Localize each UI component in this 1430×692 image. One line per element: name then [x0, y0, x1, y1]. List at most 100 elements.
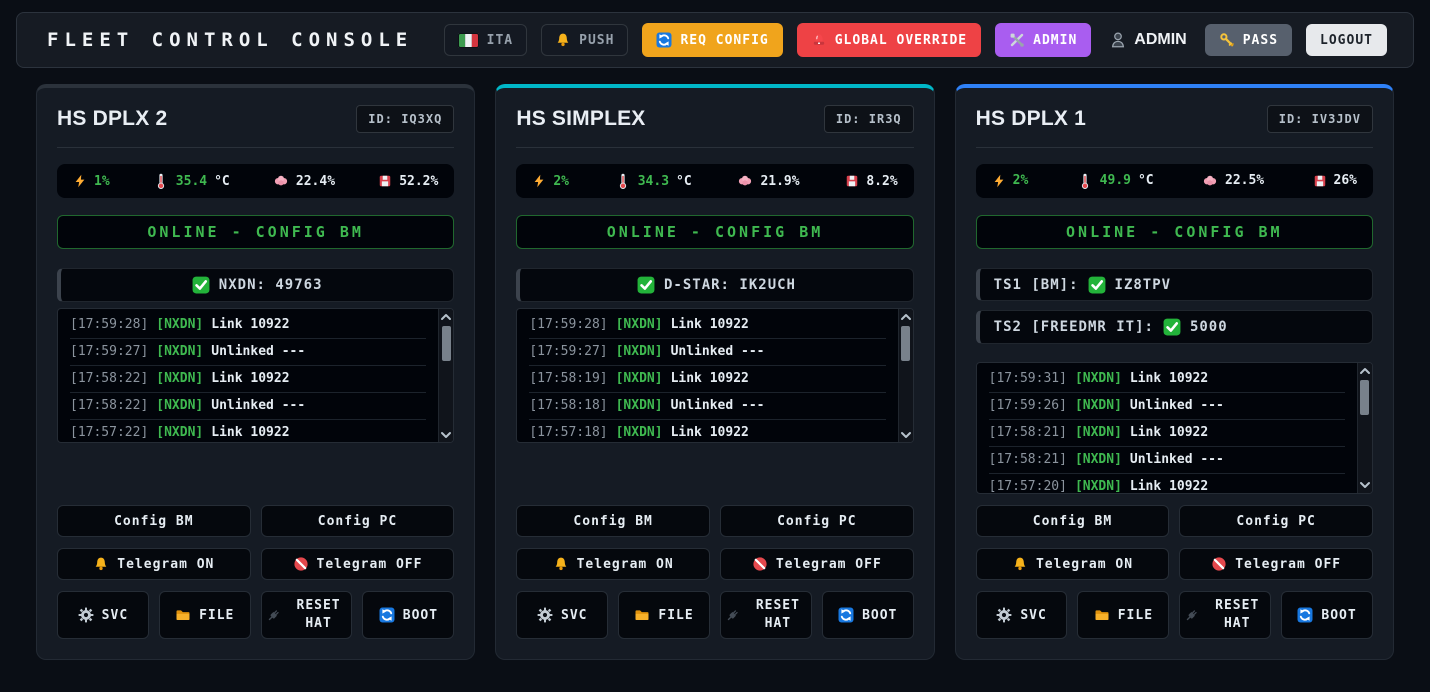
brain-icon: [737, 173, 753, 189]
log-rows: [17:59:31][NXDN]Link 10922 [17:59:26][NX…: [977, 363, 1357, 493]
file-button[interactable]: FILE: [618, 591, 710, 639]
mode-label: TS2 [FREEDMR IT]:: [994, 319, 1154, 335]
card-title: HS DPLX 2: [57, 107, 167, 131]
config-pc-button[interactable]: Config PC: [720, 505, 914, 537]
req-config-button-label: REQ CONFIG: [680, 33, 768, 48]
log-entry: [17:59:28][NXDN]Link 10922: [70, 312, 426, 339]
scrollbar-thumb[interactable]: [442, 326, 451, 361]
disk-value: 52.2%: [399, 174, 438, 189]
disk-icon: [378, 174, 392, 188]
log-message: Unlinked ---: [1130, 452, 1224, 467]
config-bm-button[interactable]: Config BM: [516, 505, 710, 537]
scrollbar[interactable]: [898, 309, 913, 442]
language-button[interactable]: ITA: [444, 24, 527, 56]
config-pc-button[interactable]: Config PC: [1179, 505, 1373, 537]
mode-value: IZ8TPV: [1115, 277, 1172, 293]
boot-button[interactable]: BOOT: [362, 591, 454, 639]
log-time: [17:57:18]: [529, 425, 607, 440]
log-entry: [17:58:21][NXDN]Link 10922: [989, 420, 1345, 447]
svc-button[interactable]: SVC: [57, 591, 149, 639]
log-entry: [17:58:22][NXDN]Link 10922: [70, 366, 426, 393]
scrollbar[interactable]: [438, 309, 453, 442]
scroll-up-button[interactable]: [1358, 363, 1372, 378]
scrollbar-thumb[interactable]: [901, 326, 910, 361]
reset-hat-button[interactable]: RESET HAT: [1179, 591, 1271, 639]
cpu-value: 22.5%: [1225, 173, 1264, 188]
scroll-up-button[interactable]: [439, 309, 453, 324]
admin-button[interactable]: ADMIN: [995, 23, 1091, 57]
log-rows: [17:59:28][NXDN]Link 10922 [17:59:27] [NX…: [58, 309, 438, 442]
mode-value: D-STAR: IK2UCH: [664, 277, 796, 293]
logout-button[interactable]: LOGOUT: [1306, 24, 1387, 56]
mode-row-ts1: TS1 [BM]: IZ8TPV: [976, 268, 1373, 302]
mode-row-dstar: D-STAR: IK2UCH: [516, 268, 913, 302]
log-panel: [17:59:31][NXDN]Link 10922 [17:59:26][NX…: [976, 362, 1373, 494]
log-panel: [17:59:28][NXDN]Link 10922 [17:59:27] [NX…: [57, 308, 454, 443]
telegram-off-button[interactable]: Telegram OFF: [261, 548, 455, 580]
scroll-down-button[interactable]: [899, 427, 913, 442]
folder-icon: [634, 607, 650, 623]
file-button[interactable]: FILE: [159, 591, 251, 639]
logout-button-label: LOGOUT: [1320, 33, 1373, 48]
svc-button[interactable]: SVC: [976, 591, 1068, 639]
file-button[interactable]: FILE: [1077, 591, 1169, 639]
log-entry: [17:57:22][NXDN]Link 10922: [70, 420, 426, 442]
telegram-off-button[interactable]: Telegram OFF: [1179, 548, 1373, 580]
logged-in-user: ADMIN: [1109, 31, 1186, 49]
log-tag: [NXDN]: [616, 317, 663, 332]
scroll-down-button[interactable]: [1358, 478, 1372, 493]
pass-button[interactable]: PASS: [1205, 24, 1292, 56]
card-actions: Config BM Config PC Telegram ON Telegram…: [516, 494, 913, 639]
bell-icon: [1012, 556, 1028, 572]
scrollbar-track[interactable]: [1358, 378, 1372, 478]
telegram-on-button[interactable]: Telegram ON: [516, 548, 710, 580]
log-message: Link 10922: [1130, 425, 1208, 440]
log-time: [17:59:28]: [529, 317, 607, 332]
log-tag: [NXDN]: [1075, 479, 1122, 493]
block-icon: [752, 556, 768, 572]
scrollbar[interactable]: [1357, 363, 1372, 493]
mode-label: TS1 [BM]:: [994, 277, 1079, 293]
req-config-button[interactable]: REQ CONFIG: [642, 23, 782, 57]
log-time: [17:57:22]: [70, 425, 148, 440]
svc-button[interactable]: SVC: [516, 591, 608, 639]
log-entry: [17:59:27][NXDN]Unlinked ---: [70, 339, 426, 366]
config-bm-button[interactable]: Config BM: [57, 505, 251, 537]
push-button[interactable]: PUSH: [541, 24, 628, 56]
log-time: [17:59:27]: [70, 344, 148, 359]
mode-row-nxdn: NXDN: 49763: [57, 268, 454, 302]
boot-button[interactable]: BOOT: [822, 591, 914, 639]
log-entry: [17:57:18][NXDN]Link 10922: [529, 420, 885, 442]
scroll-down-button[interactable]: [439, 427, 453, 442]
block-icon: [1211, 556, 1227, 572]
reset-hat-button[interactable]: RESET HAT: [261, 591, 353, 639]
log-tag: [NXDN]: [156, 344, 203, 359]
chevron-up-icon: [1357, 363, 1373, 379]
scrollbar-track[interactable]: [899, 324, 913, 427]
telegram-off-button[interactable]: Telegram OFF: [720, 548, 914, 580]
disk-value: 26%: [1334, 173, 1357, 188]
telegram-on-label: Telegram ON: [1036, 557, 1133, 572]
gear-icon: [537, 607, 553, 623]
reset-hat-label: RESET HAT: [1208, 597, 1266, 632]
boot-button[interactable]: BOOT: [1281, 591, 1373, 639]
log-time: [17:58:19]: [529, 371, 607, 386]
log-entry: [17:59:27][NXDN]Unlinked ---: [529, 339, 885, 366]
pass-button-label: PASS: [1243, 33, 1278, 48]
config-pc-button[interactable]: Config PC: [261, 505, 455, 537]
status-banner: ONLINE - CONFIG BM: [516, 215, 913, 249]
log-time: [17:59:31]: [989, 371, 1067, 386]
thermometer-icon: [153, 173, 169, 189]
lightning-icon: [532, 174, 546, 188]
scroll-up-button[interactable]: [899, 309, 913, 324]
scrollbar-track[interactable]: [439, 324, 453, 427]
reset-hat-button[interactable]: RESET HAT: [720, 591, 812, 639]
log-entry: [17:58:22][NXDN]Unlinked ---: [70, 393, 426, 420]
config-bm-button[interactable]: Config BM: [976, 505, 1170, 537]
bell-icon: [93, 556, 109, 572]
telegram-on-button[interactable]: Telegram ON: [976, 548, 1170, 580]
log-message: Link 10922: [211, 425, 289, 440]
scrollbar-thumb[interactable]: [1360, 380, 1369, 415]
global-override-button[interactable]: GLOBAL OVERRIDE: [797, 23, 981, 57]
telegram-on-button[interactable]: Telegram ON: [57, 548, 251, 580]
